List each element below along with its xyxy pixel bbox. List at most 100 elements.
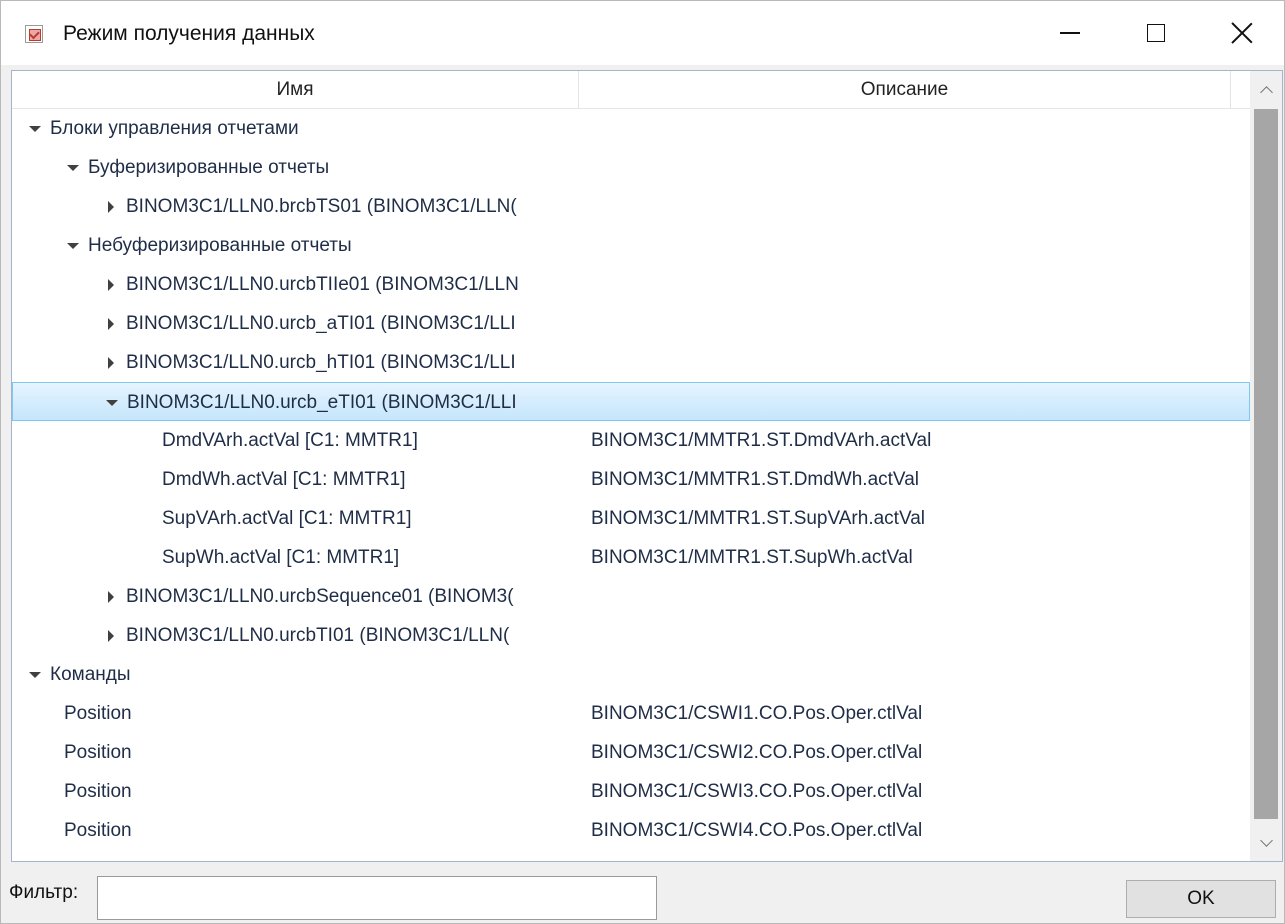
tree-row-description: BINOM3C1/MMTR1.ST.SupVArh.actVal <box>591 507 926 529</box>
triangle-right-icon[interactable] <box>102 315 120 333</box>
tree-rows: Блоки управления отчетами Буферизированны… <box>12 109 1250 861</box>
tree-row-label: BINOM3C1/LLN0.urcbTI01 (BINOM3C1/LLN( <box>126 624 510 646</box>
tree-row-label: BINOM3C1/LLN0.urcb_aTI01 (BINOM3C1/LLI <box>126 312 516 334</box>
title-bar[interactable]: Режим получения данных <box>1 1 1284 65</box>
ok-button[interactable]: OK <box>1126 880 1276 918</box>
tree-row-name-cell: BINOM3C1/LLN0.urcb_aTI01 (BINOM3C1/LLI <box>102 304 579 343</box>
minimize-icon <box>1060 32 1080 34</box>
tree-row-label: SupVArh.actVal [C1: MMTR1] <box>162 507 412 529</box>
tree-row-description: BINOM3C1/CSWI2.CO.Pos.Oper.ctlVal <box>591 741 923 763</box>
tree-row-name-cell: Position <box>64 733 579 772</box>
window-title: Режим получения данных <box>63 22 315 45</box>
tree-row-label: DmdWh.actVal [C1: MMTR1] <box>162 468 406 490</box>
triangle-right-icon[interactable] <box>102 354 120 372</box>
tree-row-name-cell: DmdVArh.actVal [C1: MMTR1] <box>162 421 579 460</box>
data-tree-view[interactable]: Имя Описание Блоки управления отчетами Бу… <box>11 70 1283 862</box>
triangle-down-icon[interactable] <box>103 394 121 412</box>
triangle-down-icon[interactable] <box>64 237 82 255</box>
tree-row-description: BINOM3C1/MMTR1.ST.SupWh.actVal <box>591 546 913 568</box>
tree-row-name-cell: BINOM3C1/LLN0.urcb_eTI01 (BINOM3C1/LLI <box>103 383 580 422</box>
chevron-up-icon <box>1259 85 1273 99</box>
tree-row-label: Блоки управления отчетами <box>50 117 299 139</box>
tree-row-label: BINOM3C1/LLN0.urcbSequence01 (BINOM3( <box>126 585 514 607</box>
tree-row-label: Небуферизированные отчеты <box>88 234 352 256</box>
tree-row[interactable]: BINOM3C1/LLN0.urcb_aTI01 (BINOM3C1/LLI <box>12 304 1250 343</box>
tree-row[interactable]: Position BINOM3C1/CSWI1.CO.Pos.Oper.ctlVa… <box>12 694 1250 733</box>
tree-row-label: Position <box>64 819 132 841</box>
tree-row[interactable]: Position BINOM3C1/CSWI3.CO.Pos.Oper.ctlVa… <box>12 772 1250 811</box>
triangle-down-icon[interactable] <box>26 120 44 138</box>
tree-row-name-cell: Position <box>64 811 579 850</box>
column-header: Имя Описание <box>12 71 1250 109</box>
tree-row-name-cell: SupWh.actVal [C1: MMTR1] <box>162 538 579 577</box>
tree-row[interactable]: BINOM3C1/LLN0.urcbTIIe01 (BINOM3C1/LLN <box>12 265 1250 304</box>
triangle-down-icon[interactable] <box>64 159 82 177</box>
report-settings-icon <box>25 25 43 43</box>
tree-row-description: BINOM3C1/MMTR1.ST.DmdVArh.actVal <box>591 429 932 451</box>
tree-row[interactable]: Position BINOM3C1/CSWI4.CO.Pos.Oper.ctlVa… <box>12 811 1250 850</box>
dialog-window: Режим получения данных Имя Описание Блок… <box>0 0 1285 924</box>
tree-row-label: Position <box>64 780 132 802</box>
tree-row[interactable]: SupWh.actVal [C1: MMTR1] BINOM3C1/MMTR1.S… <box>12 538 1250 577</box>
triangle-right-icon[interactable] <box>102 627 120 645</box>
tree-row[interactable]: Position BINOM3C1/CSWI2.CO.Pos.Oper.ctlVa… <box>12 733 1250 772</box>
tree-row[interactable]: BINOM3C1/LLN0.brcbTS01 (BINOM3C1/LLN( <box>12 187 1250 226</box>
tree-row-description: BINOM3C1/MMTR1.ST.DmdWh.actVal <box>591 468 919 490</box>
tree-row[interactable]: DmdWh.actVal [C1: MMTR1] BINOM3C1/MMTR1.S… <box>12 460 1250 499</box>
minimize-button[interactable] <box>1027 1 1113 65</box>
chevron-down-icon <box>1259 833 1273 847</box>
tree-row[interactable]: Блоки управления отчетами <box>12 109 1250 148</box>
close-button[interactable] <box>1199 1 1285 65</box>
triangle-right-icon[interactable] <box>102 276 120 294</box>
tree-row[interactable]: BINOM3C1/LLN0.urcb_eTI01 (BINOM3C1/LLI <box>12 382 1250 421</box>
column-header-description[interactable]: Описание <box>579 71 1231 109</box>
close-icon <box>1231 22 1253 44</box>
tree-row-name-cell: DmdWh.actVal [C1: MMTR1] <box>162 460 579 499</box>
tree-row-label: Команды <box>50 663 131 685</box>
tree-row-label: DmdVArh.actVal [C1: MMTR1] <box>162 429 418 451</box>
tree-row-name-cell: Небуферизированные отчеты <box>64 226 579 265</box>
filter-label: Фильтр: <box>9 882 79 903</box>
tree-row-name-cell: SupVArh.actVal [C1: MMTR1] <box>162 499 579 538</box>
tree-row-label: SupWh.actVal [C1: MMTR1] <box>162 546 400 568</box>
tree-row[interactable]: Команды <box>12 655 1250 694</box>
scroll-up-button[interactable] <box>1250 71 1282 109</box>
tree-row-name-cell: Буферизированные отчеты <box>64 148 579 187</box>
triangle-down-icon[interactable] <box>26 666 44 684</box>
tree-row[interactable]: BINOM3C1/LLN0.urcb_hTI01 (BINOM3C1/LLI <box>12 343 1250 382</box>
tree-row-description: BINOM3C1/CSWI1.CO.Pos.Oper.ctlVal <box>591 702 923 724</box>
tree-row-name-cell: BINOM3C1/LLN0.urcbTIIe01 (BINOM3C1/LLN <box>102 265 579 304</box>
filter-input[interactable] <box>97 876 657 920</box>
tree-row-label: BINOM3C1/LLN0.brcbTS01 (BINOM3C1/LLN( <box>126 195 517 217</box>
tree-row-label: BINOM3C1/LLN0.urcb_eTI01 (BINOM3C1/LLI <box>127 391 517 413</box>
tree-row-name-cell: Команды <box>26 655 579 694</box>
triangle-right-icon[interactable] <box>102 198 120 216</box>
tree-row-description: BINOM3C1/CSWI3.CO.Pos.Oper.ctlVal <box>591 780 923 802</box>
scrollbar-thumb[interactable] <box>1254 109 1278 819</box>
tree-row-name-cell: BINOM3C1/LLN0.brcbTS01 (BINOM3C1/LLN( <box>102 187 579 226</box>
tree-row-label: Position <box>64 741 132 763</box>
vertical-scrollbar[interactable] <box>1250 71 1282 861</box>
tree-row-label: Position <box>64 702 132 724</box>
tree-row-name-cell: Position <box>64 772 579 811</box>
tree-row-name-cell: BINOM3C1/LLN0.urcbSequence01 (BINOM3( <box>102 577 579 616</box>
tree-row-description: BINOM3C1/CSWI4.CO.Pos.Oper.ctlVal <box>591 819 923 841</box>
tree-row-name-cell: Блоки управления отчетами <box>26 109 579 148</box>
triangle-right-icon[interactable] <box>102 588 120 606</box>
tree-row[interactable]: BINOM3C1/LLN0.urcbTI01 (BINOM3C1/LLN( <box>12 616 1250 655</box>
tree-row-label: BINOM3C1/LLN0.urcbTIIe01 (BINOM3C1/LLN <box>126 273 519 295</box>
tree-row[interactable]: DmdVArh.actVal [C1: MMTR1] BINOM3C1/MMTR1… <box>12 421 1250 460</box>
tree-row-name-cell: Position <box>64 694 579 733</box>
maximize-button[interactable] <box>1113 1 1199 65</box>
maximize-icon <box>1147 24 1165 42</box>
tree-row-label: BINOM3C1/LLN0.urcb_hTI01 (BINOM3C1/LLI <box>126 351 516 373</box>
tree-row-name-cell: BINOM3C1/LLN0.urcb_hTI01 (BINOM3C1/LLI <box>102 343 579 382</box>
tree-row[interactable]: Небуферизированные отчеты <box>12 226 1250 265</box>
tree-row[interactable]: BINOM3C1/LLN0.urcbSequence01 (BINOM3( <box>12 577 1250 616</box>
tree-row[interactable]: SupVArh.actVal [C1: MMTR1] BINOM3C1/MMTR1… <box>12 499 1250 538</box>
scroll-down-button[interactable] <box>1250 823 1282 861</box>
tree-row-name-cell: BINOM3C1/LLN0.urcbTI01 (BINOM3C1/LLN( <box>102 616 579 655</box>
column-header-name[interactable]: Имя <box>12 71 579 109</box>
tree-row[interactable]: Буферизированные отчеты <box>12 148 1250 187</box>
tree-row-label: Буферизированные отчеты <box>88 156 330 178</box>
